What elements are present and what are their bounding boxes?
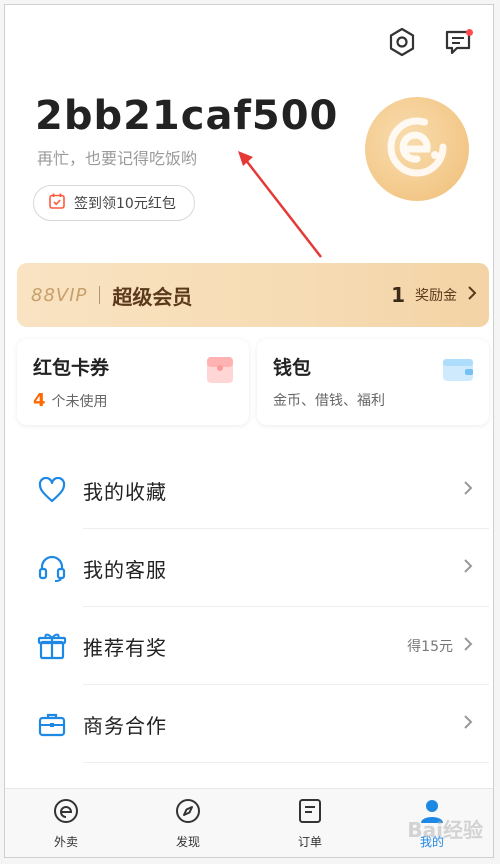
menu-item-right bbox=[453, 480, 473, 500]
chevron-right-icon bbox=[467, 285, 477, 305]
chevron-right-icon bbox=[463, 558, 473, 578]
app-screen: 2bb21caf500 再忙，也要记得吃饭哟 签到领10元红包 88VIP 超级… bbox=[4, 4, 494, 858]
menu-item-right bbox=[453, 558, 473, 578]
avatar[interactable] bbox=[365, 97, 469, 201]
menu-item-favorites[interactable]: 我的收藏 bbox=[17, 451, 489, 529]
username[interactable]: 2bb21caf500 bbox=[35, 93, 338, 139]
menu-list: 我的收藏 我的客服 推荐有奖 得15元 商务合作 bbox=[17, 451, 489, 763]
tab-label: 发现 bbox=[175, 834, 200, 849]
vip-reward: 1 奖励金 bbox=[391, 283, 477, 307]
vip-divider bbox=[99, 286, 101, 304]
chevron-right-icon bbox=[463, 714, 473, 734]
takeout-icon bbox=[52, 797, 80, 829]
vip-reward-label: 奖励金 bbox=[415, 288, 457, 304]
coupon-card-subtitle: 4 个未使用 bbox=[33, 390, 233, 411]
chevron-right-icon bbox=[463, 480, 473, 500]
menu-item-right-text: 得15元 bbox=[407, 639, 453, 655]
menu-item-right: 得15元 bbox=[407, 636, 473, 656]
vip-title: 超级会员 bbox=[112, 284, 193, 309]
settings-hex-icon bbox=[387, 27, 417, 61]
tab-orders[interactable]: 订单 bbox=[249, 789, 371, 857]
heart-icon bbox=[35, 473, 69, 507]
tab-label: 外卖 bbox=[53, 834, 78, 849]
calendar-check-icon bbox=[48, 192, 66, 214]
wallet-icon bbox=[441, 355, 475, 389]
compass-icon bbox=[174, 797, 202, 829]
menu-item-label: 我的客服 bbox=[83, 557, 167, 582]
menu-item-right bbox=[453, 714, 473, 734]
tab-label: 订单 bbox=[297, 834, 322, 849]
menu-item-referral[interactable]: 推荐有奖 得15元 bbox=[17, 607, 489, 685]
coupon-unused-label: 个未使用 bbox=[51, 394, 108, 410]
notification-dot bbox=[466, 29, 473, 36]
watermark: Bai经验 bbox=[407, 818, 483, 842]
top-icons bbox=[385, 27, 475, 61]
settings-button[interactable] bbox=[385, 27, 419, 61]
chevron-right-icon bbox=[463, 636, 473, 656]
order-icon bbox=[296, 797, 324, 829]
headset-icon bbox=[35, 551, 69, 585]
coupon-card-title: 红包卡券 bbox=[33, 357, 110, 379]
menu-item-customer-service[interactable]: 我的客服 bbox=[17, 529, 489, 607]
gift-icon bbox=[35, 629, 69, 663]
signin-label: 签到领10元红包 bbox=[74, 196, 176, 212]
coupon-count: 4 bbox=[33, 390, 46, 411]
wallet-card-subtitle: 金币、借钱、福利 bbox=[273, 393, 385, 409]
eleme-logo-icon bbox=[381, 111, 453, 187]
messages-button[interactable] bbox=[441, 27, 475, 61]
menu-item-label: 我的收藏 bbox=[83, 479, 167, 504]
tab-discover[interactable]: 发现 bbox=[127, 789, 249, 857]
vip-banner[interactable]: 88VIP 超级会员 1 奖励金 bbox=[17, 263, 489, 327]
briefcase-icon bbox=[35, 707, 69, 741]
vip-badge: 88VIP bbox=[31, 284, 88, 306]
menu-item-business[interactable]: 商务合作 bbox=[17, 685, 489, 763]
vip-reward-count: 1 bbox=[391, 283, 405, 307]
greeting-subtitle: 再忙，也要记得吃饭哟 bbox=[37, 149, 198, 168]
asset-cards: 红包卡券 4 个未使用 钱包 金币、借钱、福利 bbox=[17, 339, 489, 425]
menu-item-label: 商务合作 bbox=[83, 713, 167, 738]
red-envelope-icon bbox=[205, 355, 235, 389]
tab-takeout[interactable]: 外卖 bbox=[5, 789, 127, 857]
wallet-card[interactable]: 钱包 金币、借钱、福利 bbox=[257, 339, 489, 425]
menu-item-label: 推荐有奖 bbox=[83, 635, 167, 660]
signin-button[interactable]: 签到领10元红包 bbox=[33, 185, 195, 221]
coupon-card[interactable]: 红包卡券 4 个未使用 bbox=[17, 339, 249, 425]
